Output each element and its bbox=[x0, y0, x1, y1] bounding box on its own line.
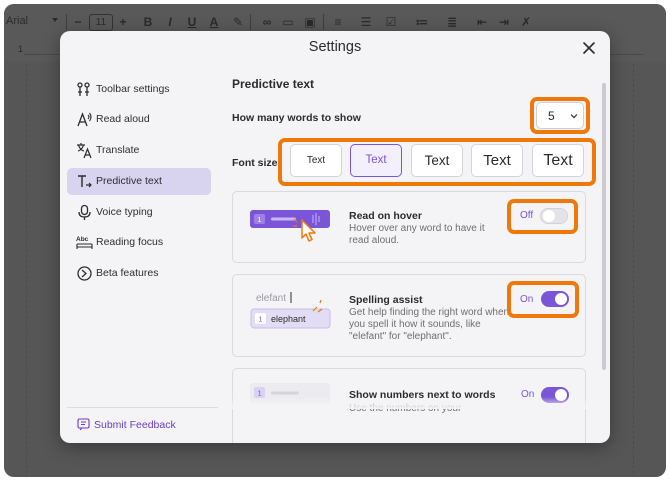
chevron-down-icon bbox=[570, 114, 578, 119]
sidebar-item-label: Voice typing bbox=[96, 206, 153, 218]
predictive-text-icon bbox=[78, 175, 92, 188]
align-icon[interactable]: ≡ bbox=[330, 14, 346, 30]
sidebar-item-predictive-text[interactable]: Predictive text bbox=[67, 168, 211, 195]
read-on-hover-preview: 1 bbox=[250, 210, 330, 242]
sidebar-item-toolbar-settings[interactable]: Toolbar settings bbox=[67, 76, 211, 103]
sidebar-item-label: Toolbar settings bbox=[96, 83, 170, 95]
font-size-label: Font size bbox=[232, 157, 278, 169]
toggle-knob bbox=[555, 293, 567, 305]
comment-icon[interactable]: ▭ bbox=[280, 14, 296, 30]
preview-number: 1 bbox=[258, 217, 262, 224]
read-on-hover-card: 1 Read on hover Hover over any word to h… bbox=[232, 191, 586, 263]
text-color-icon[interactable]: A bbox=[206, 14, 222, 30]
sidebar-item-label: Beta features bbox=[96, 267, 159, 279]
underline-icon[interactable]: U bbox=[184, 14, 200, 30]
spelling-assist-toggle[interactable] bbox=[541, 291, 569, 307]
toolbar-divider bbox=[323, 14, 324, 30]
sidebar-divider bbox=[67, 407, 218, 408]
ruler-number: 1 bbox=[18, 44, 24, 54]
image-icon[interactable]: ▣ bbox=[302, 14, 318, 30]
toggle-state-label: Off bbox=[520, 210, 534, 221]
microphone-icon bbox=[78, 204, 91, 220]
preview-suggestion: elephant bbox=[271, 314, 306, 324]
link-icon[interactable]: ∞ bbox=[259, 14, 275, 30]
scroll-fade bbox=[225, 397, 600, 409]
bold-icon[interactable]: B bbox=[140, 14, 156, 30]
numbered-list-icon[interactable]: ≣ bbox=[444, 14, 460, 30]
highlighter-icon[interactable]: ✎ bbox=[230, 14, 246, 30]
sidebar-item-translate[interactable]: Translate bbox=[67, 137, 211, 164]
decrease-indent-icon[interactable]: ⇤ bbox=[474, 14, 490, 30]
sidebar-item-label: Predictive text bbox=[96, 175, 162, 187]
feedback-icon bbox=[77, 418, 90, 431]
sidebar-item-label: Reading focus bbox=[96, 236, 164, 248]
card-description: Hover over any word to have it read alou… bbox=[349, 223, 485, 246]
preview-number: 1 bbox=[259, 315, 263, 324]
submit-feedback-label: Submit Feedback bbox=[94, 419, 176, 431]
preview-typed-word: elefant bbox=[256, 293, 286, 304]
font-size-option-4[interactable]: Text bbox=[471, 144, 523, 177]
font-dropdown-icon[interactable] bbox=[52, 18, 58, 22]
toolbar-settings-icon bbox=[77, 82, 90, 96]
settings-dialog: Settings Toolbar settings Read aloud Tra… bbox=[60, 31, 610, 443]
spelling-assist-card: elefant 1 elephant Spelling assist Get h… bbox=[232, 274, 586, 357]
sidebar-item-label: Translate bbox=[96, 144, 140, 156]
read-on-hover-toggle[interactable] bbox=[540, 208, 568, 224]
font-size-option-3[interactable]: Text bbox=[411, 144, 463, 177]
read-aloud-icon bbox=[77, 112, 92, 127]
toggle-knob bbox=[543, 210, 555, 222]
svg-text:Abc: Abc bbox=[76, 236, 89, 243]
line-spacing-icon[interactable]: ☰ bbox=[358, 14, 374, 30]
beta-features-icon bbox=[77, 266, 92, 281]
reading-focus-icon: Abc bbox=[76, 236, 93, 249]
toolbar-divider bbox=[250, 14, 251, 30]
words-count-select[interactable]: 5 bbox=[536, 102, 584, 129]
page-margin-right bbox=[633, 64, 634, 477]
toggle-state-label: On bbox=[520, 294, 534, 305]
toolbar-divider bbox=[66, 14, 67, 30]
sidebar-item-reading-focus[interactable]: Abc Reading focus bbox=[67, 229, 211, 256]
words-count-label: How many words to show bbox=[232, 112, 361, 124]
section-title: Predictive text bbox=[232, 77, 315, 91]
sidebar-item-read-aloud[interactable]: Read aloud bbox=[67, 106, 211, 133]
font-size-option-5[interactable]: Text bbox=[532, 144, 584, 177]
card-title: Read on hover bbox=[349, 210, 422, 222]
checklist-icon[interactable]: ☑ bbox=[383, 14, 399, 30]
close-icon[interactable] bbox=[580, 39, 598, 57]
increase-indent-icon[interactable]: ⇥ bbox=[496, 14, 512, 30]
translate-icon bbox=[77, 143, 92, 159]
dialog-title: Settings bbox=[308, 39, 362, 55]
font-size-option-1[interactable]: Text bbox=[290, 144, 342, 177]
sidebar-item-voice-typing[interactable]: Voice typing bbox=[67, 199, 211, 226]
sidebar-item-label: Read aloud bbox=[96, 113, 150, 125]
sidebar-item-beta-features[interactable]: Beta features bbox=[67, 260, 211, 287]
italic-icon[interactable]: I bbox=[162, 14, 178, 30]
spelling-assist-preview: elefant 1 elephant bbox=[250, 292, 331, 329]
font-size-field[interactable]: 11 bbox=[89, 14, 113, 31]
font-name-select[interactable]: Arial bbox=[6, 15, 28, 27]
card-title: Spelling assist bbox=[349, 294, 423, 306]
decrease-size-icon[interactable]: − bbox=[70, 14, 86, 30]
increase-size-icon[interactable]: + bbox=[115, 14, 131, 30]
settings-scrollbar[interactable] bbox=[602, 83, 606, 370]
clear-formatting-icon[interactable]: ✗ bbox=[518, 14, 534, 30]
card-description: Get help finding the right word when you… bbox=[349, 307, 510, 342]
page-margin-left bbox=[26, 64, 27, 477]
bullet-list-icon[interactable]: ≔ bbox=[414, 14, 430, 30]
words-count-value: 5 bbox=[548, 109, 555, 123]
font-size-option-2[interactable]: Text bbox=[350, 144, 402, 177]
